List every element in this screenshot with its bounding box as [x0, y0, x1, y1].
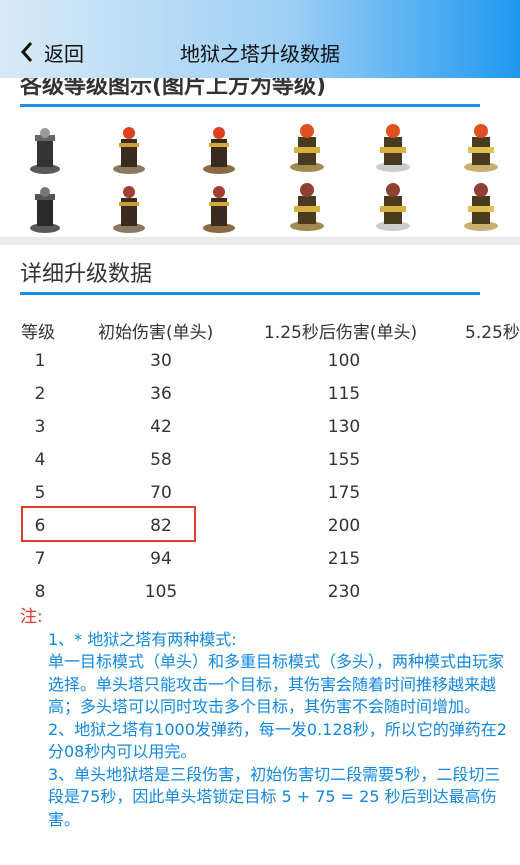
note-line: 2、地狱之塔有1000发弹药，每一发0.128秒，所以它的弹药在2分08秒内可以… [48, 719, 507, 762]
section-rule [20, 292, 480, 295]
table-cell: 7 [34, 549, 46, 569]
col-header-initial-damage: 初始伤害(单头) [98, 323, 214, 343]
table-cell: 115 [327, 384, 361, 404]
inferno-tower-image [113, 127, 145, 174]
app-header: 返回 地狱之塔升级数据 [0, 0, 520, 78]
table-cell: 30 [150, 351, 172, 371]
inferno-tower-image [30, 187, 60, 233]
table-cell: 58 [150, 450, 172, 470]
section-title-levels: 各级等级图示(图片上方为等级) [20, 78, 327, 99]
page-title: 地狱之塔升级数据 [180, 42, 340, 66]
inferno-tower-image [113, 186, 145, 233]
col-header-damage-525s: 5.25秒 [465, 323, 520, 343]
table-cell: 3 [34, 417, 46, 437]
inferno-tower-image [203, 127, 235, 174]
table-cell: 94 [150, 549, 172, 569]
inferno-tower-image [30, 128, 60, 174]
table-cell: 8 [34, 582, 46, 602]
inferno-tower-image [290, 124, 324, 172]
note-line: 单一目标模式（单头）和多重目标模式（多头），两种模式由玩家选择。单头塔只能攻击一… [48, 652, 505, 716]
table-cell: 1 [34, 351, 46, 371]
col-header-level: 等级 [21, 323, 55, 343]
notes-title: 注: [20, 607, 43, 627]
inferno-tower-image [464, 183, 498, 231]
table-cell: 70 [150, 483, 172, 503]
highlight-box [21, 506, 196, 542]
table-cell: 175 [327, 483, 361, 503]
table-cell: 105 [144, 582, 178, 602]
note-line: 1、* 地狱之塔有两种模式: [48, 629, 237, 649]
table-cell: 5 [34, 483, 46, 503]
inferno-tower-image [203, 186, 235, 233]
table-cell: 200 [327, 516, 361, 536]
content-area[interactable]: 各级等级图示(图片上方为等级) 详细升级数据 等级 初始伤害(单头) 1.25秒… [0, 78, 520, 865]
table-cell: 215 [327, 549, 361, 569]
section-divider [0, 237, 520, 245]
notes-section: 注: 1、* 地狱之塔有两种模式: 单一目标模式（单头）和多重目标模式（多头），… [20, 606, 508, 831]
table-cell: 4 [34, 450, 46, 470]
col-header-damage-125s: 1.25秒后伤害(单头) [264, 323, 418, 343]
inferno-tower-image [376, 124, 410, 172]
inferno-tower-image [464, 124, 498, 172]
table-cell: 36 [150, 384, 172, 404]
inferno-tower-image [376, 183, 410, 231]
table-cell: 42 [150, 417, 172, 437]
section-rule [20, 104, 480, 107]
table-cell: 2 [34, 384, 46, 404]
table-cell: 130 [327, 417, 361, 437]
table-cell: 155 [327, 450, 361, 470]
inferno-tower-image [290, 183, 324, 231]
section-title-details: 详细升级数据 [20, 262, 153, 287]
table-cell: 230 [327, 582, 361, 602]
table-cell: 100 [327, 351, 361, 371]
note-line: 3、单头地狱塔是三段伤害，初始伤害切二段需要5秒，二段切三段是75秒，因此单头塔… [48, 764, 501, 829]
